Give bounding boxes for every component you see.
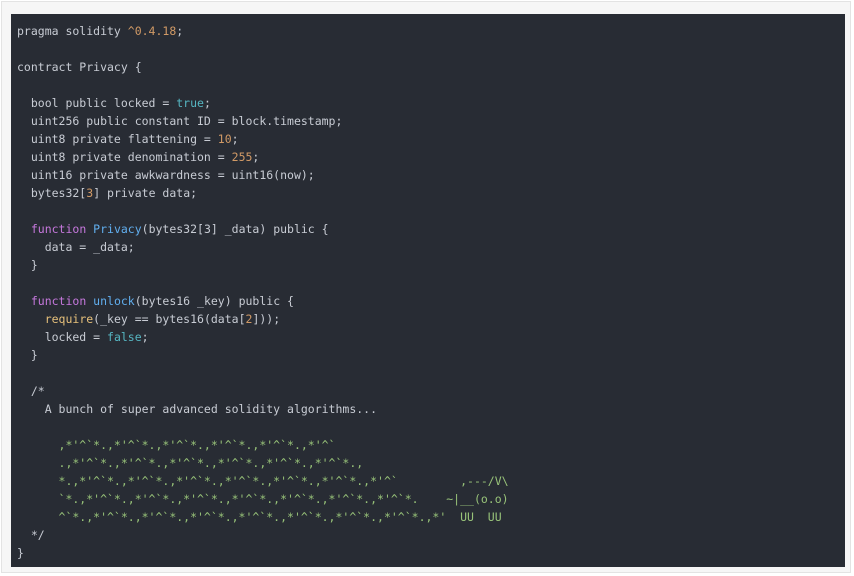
ascii-art-line: ,*'^`*.,*'^`*.,*'^`*.,*'^`*.,*'^`*.,*'^` <box>17 438 336 452</box>
code-text: ])); <box>252 312 281 326</box>
code-line: A bunch of super advanced solidity algor… <box>17 400 845 418</box>
keyword-function: function <box>30 294 87 308</box>
code-line: uint16 private awkwardness = uint16(now)… <box>17 166 845 184</box>
code-line: contract Privacy { <box>17 58 845 76</box>
code-text: pragma solidity <box>17 24 128 38</box>
bool-literal: false <box>107 330 142 344</box>
code-text: uint16 private awkwardness = uint16(now)… <box>17 168 315 182</box>
builtin-require: require <box>44 312 94 326</box>
code-text: ; <box>203 96 211 110</box>
code-text: data = _data; <box>17 240 135 254</box>
code-line: } <box>17 544 845 562</box>
code-text: ] private data; <box>93 186 198 200</box>
code-text: locked = <box>17 330 108 344</box>
code-line: */ <box>17 526 845 544</box>
code-text: A bunch of super advanced solidity algor… <box>17 402 378 416</box>
code-line: bytes32[3] private data; <box>17 184 845 202</box>
code-line: `*.,*'^`*.,*'^`*.,*'^`*.,*'^`*.,*'^`*.,*… <box>17 490 845 508</box>
code-line: uint8 private flattening = 10; <box>17 130 845 148</box>
ascii-art-line: `*.,*'^`*.,*'^`*.,*'^`*.,*'^`*.,*'^`*.,*… <box>17 492 509 506</box>
code-text: } <box>17 546 24 560</box>
literal: true <box>176 96 204 110</box>
code-line: .,*'^`*.,*'^`*.,*'^`*.,*'^`*.,*'^`*.,*'^… <box>17 454 845 472</box>
code-text: bytes32[ <box>17 186 87 200</box>
code-block: pragma solidity ^0.4.18; contract Privac… <box>11 14 845 567</box>
code-text: contract Privacy { <box>17 60 142 74</box>
code-line: require(_key == bytes16(data[2])); <box>17 310 845 328</box>
code-text: */ <box>17 528 45 542</box>
code-line: uint8 private denomination = 255; <box>17 148 845 166</box>
code-line: function unlock(bytes16 _key) public { <box>17 292 845 310</box>
literal: ^0.4.18 <box>127 24 177 38</box>
code-text: uint256 public constant ID = block.times… <box>17 114 343 128</box>
function-name: unlock <box>86 294 135 308</box>
code-line: /* <box>17 382 845 400</box>
code-line: } <box>17 346 845 364</box>
ascii-art-line: ^`*.,*'^`*.,*'^`*.,*'^`*.,*'^`*.,*'^`*.,… <box>17 510 502 524</box>
ascii-art-line: .,*'^`*.,*'^`*.,*'^`*.,*'^`*.,*'^`*.,*'^… <box>17 456 364 470</box>
code-text: (bytes16 _key) public { <box>134 294 294 308</box>
code-text: ; <box>176 24 184 38</box>
code-line: bool public locked = true; <box>17 94 845 112</box>
code-text: uint8 private flattening = <box>17 132 218 146</box>
code-line: data = _data; <box>17 238 845 256</box>
code-text: (_key == bytes16(data[ <box>93 312 246 326</box>
code-text: /* <box>17 384 45 398</box>
code-text: ; <box>252 150 260 164</box>
literal: 10 <box>217 132 232 146</box>
code-text: } <box>17 348 38 362</box>
code-line: ^`*.,*'^`*.,*'^`*.,*'^`*.,*'^`*.,*'^`*.,… <box>17 508 845 526</box>
code-line: function Privacy(bytes32[3] _data) publi… <box>17 220 845 238</box>
keyword-function: function <box>30 222 87 236</box>
code-text: bool public locked = <box>17 96 177 110</box>
code-line: pragma solidity ^0.4.18; <box>17 22 845 40</box>
code-line: } <box>17 256 845 274</box>
code-text: } <box>17 258 38 272</box>
code-text: ; <box>141 330 149 344</box>
ascii-art-line: *.,*'^`*.,*'^`*.,*'^`*.,*'^`*.,*'^`*.,*'… <box>17 474 509 488</box>
code-frame: pragma solidity ^0.4.18; contract Privac… <box>1 1 851 573</box>
function-name: Privacy <box>86 222 142 236</box>
code-line: *.,*'^`*.,*'^`*.,*'^`*.,*'^`*.,*'^`*.,*'… <box>17 472 845 490</box>
code-line: uint256 public constant ID = block.times… <box>17 112 845 130</box>
solidity-code: pragma solidity ^0.4.18; contract Privac… <box>17 22 845 562</box>
code-text: (bytes32[3] _data) public { <box>141 222 329 236</box>
literal: 255 <box>231 150 253 164</box>
code-line: locked = false; <box>17 328 845 346</box>
code-text: ; <box>231 132 239 146</box>
code-line: ,*'^`*.,*'^`*.,*'^`*.,*'^`*.,*'^`*.,*'^` <box>17 436 845 454</box>
code-text: uint8 private denomination = <box>17 150 232 164</box>
